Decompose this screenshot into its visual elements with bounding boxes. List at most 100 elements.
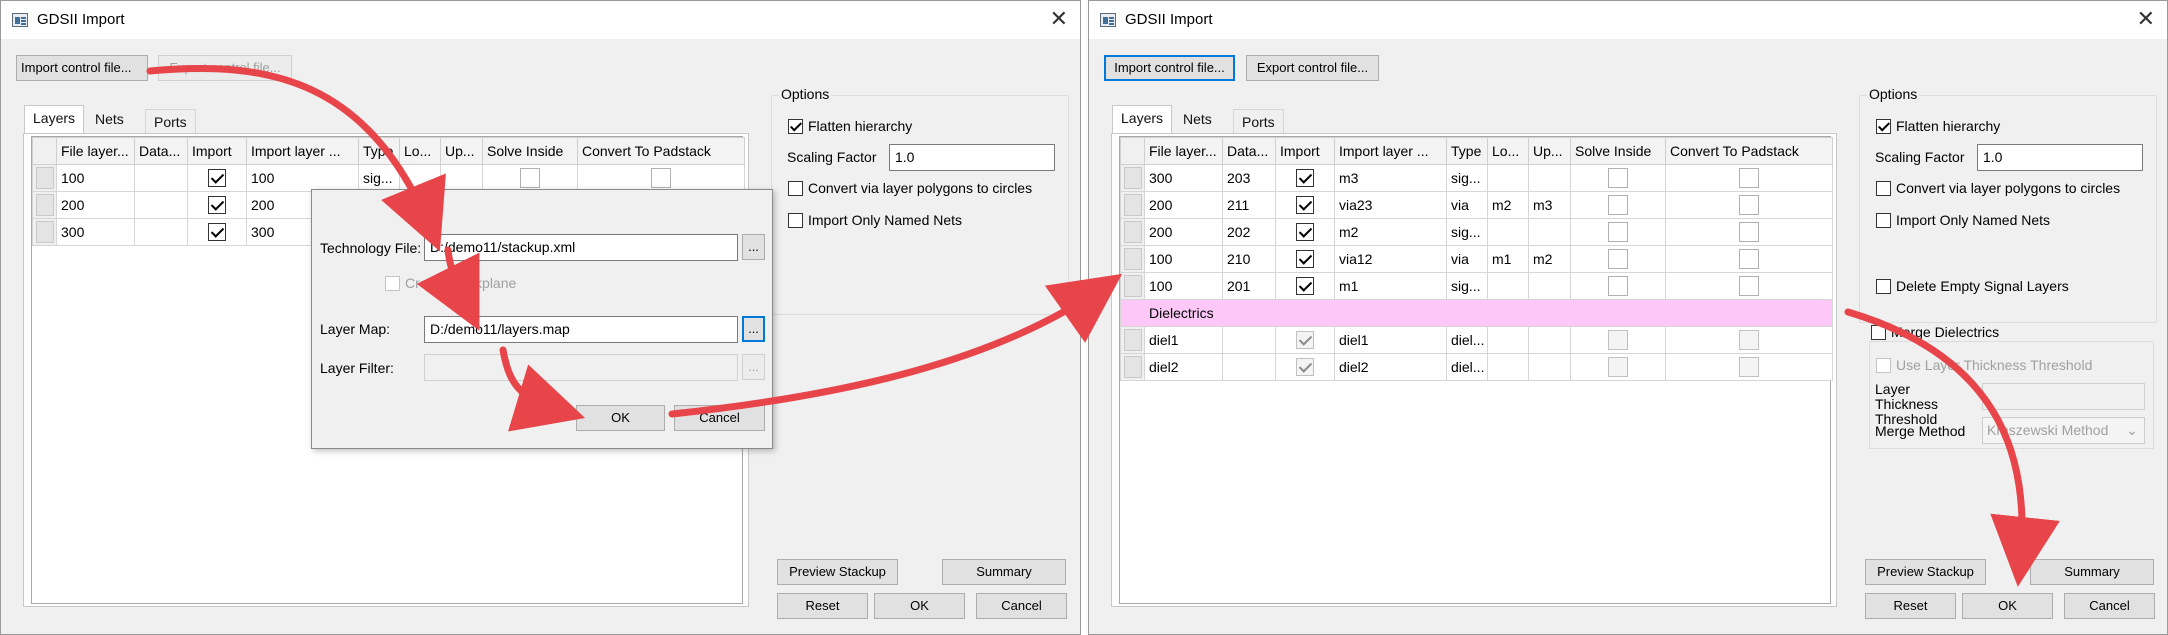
checkbox-icon[interactable] [1739, 330, 1759, 350]
cell-up[interactable] [1528, 218, 1571, 246]
layer-filter-browse-button[interactable]: ... [742, 354, 765, 380]
checkbox-icon[interactable] [1608, 222, 1628, 242]
checkbox-icon[interactable] [1876, 180, 1891, 196]
cell-solve-inside[interactable] [1570, 191, 1666, 219]
checkbox-icon[interactable] [1876, 357, 1891, 373]
export-control-file-button[interactable]: Export control file... [158, 55, 292, 81]
cell-data[interactable]: 210 [1222, 245, 1276, 273]
scaling-factor-input[interactable]: 1.0 [889, 144, 1055, 171]
reset-button[interactable]: Reset [777, 593, 868, 619]
checkbox-icon[interactable] [1871, 324, 1886, 340]
cell-lo[interactable] [1487, 218, 1529, 246]
checkbox-icon[interactable] [385, 275, 400, 291]
checkbox-icon[interactable] [208, 196, 226, 215]
cell-data[interactable] [134, 164, 188, 192]
cell-import-layer[interactable]: diel2 [1334, 353, 1447, 381]
column-header[interactable]: Type [358, 137, 400, 165]
checkbox-icon[interactable] [1608, 357, 1628, 377]
column-header[interactable]: Up... [1528, 137, 1571, 165]
tab-nets[interactable]: Nets [87, 107, 132, 134]
cell-type[interactable]: sig... [358, 164, 400, 192]
cell-type[interactable]: sig... [1446, 272, 1488, 300]
checkbox-icon[interactable] [520, 168, 540, 188]
row-header[interactable] [1120, 191, 1145, 219]
cell-up[interactable] [440, 164, 483, 192]
table-row[interactable]: diel2 diel2 diel... [1120, 353, 1833, 381]
cell-data[interactable] [134, 191, 188, 219]
cell-lo[interactable] [1487, 326, 1529, 354]
cell-data[interactable]: 202 [1222, 218, 1276, 246]
cell-import[interactable] [1275, 218, 1335, 246]
checkbox-icon[interactable] [1739, 222, 1759, 242]
flatten-hierarchy-checkbox[interactable]: Flatten hierarchy [1876, 118, 2000, 134]
cell-file-layer[interactable]: 100 [1144, 245, 1223, 273]
cell-solve-inside[interactable] [482, 164, 578, 192]
checkbox-icon[interactable] [208, 223, 226, 242]
cell-solve-inside[interactable] [1570, 326, 1666, 354]
create-backplane-checkbox[interactable]: Create Backplane [385, 275, 516, 291]
column-header[interactable]: Data... [134, 137, 188, 165]
table-row[interactable]: 100 201 m1 sig... [1120, 272, 1833, 300]
cell-up[interactable] [1528, 326, 1571, 354]
use-layer-thickness-threshold-checkbox[interactable]: Use Layer Thickness Threshold [1876, 357, 2092, 373]
row-header[interactable] [1120, 272, 1145, 300]
merge-method-select[interactable]: Kraszewski Method ⌄ [1982, 417, 2145, 444]
cell-import[interactable] [1275, 191, 1335, 219]
cell-lo[interactable] [1487, 272, 1529, 300]
column-header[interactable]: Data... [1222, 137, 1276, 165]
cell-import[interactable] [1275, 353, 1335, 381]
cell-file-layer[interactable]: 200 [56, 191, 135, 219]
checkbox-icon[interactable] [1296, 250, 1314, 269]
cell-up[interactable]: m3 [1528, 191, 1571, 219]
checkbox-icon[interactable] [1608, 168, 1628, 188]
layer-map-browse-button[interactable]: ... [742, 316, 765, 342]
table-row[interactable]: 100 100 sig... [32, 164, 745, 192]
cell-type[interactable]: via [1446, 245, 1488, 273]
cell-data[interactable]: 203 [1222, 164, 1276, 192]
checkbox-icon[interactable] [1608, 330, 1628, 350]
row-header[interactable] [32, 164, 57, 192]
cell-convert-padstack[interactable] [1665, 218, 1833, 246]
export-control-file-button[interactable]: Export control file... [1246, 55, 1379, 81]
tab-ports[interactable]: Ports [145, 109, 196, 133]
cell-solve-inside[interactable] [1570, 164, 1666, 192]
summary-button[interactable]: Summary [2030, 559, 2154, 585]
cell-lo[interactable]: m2 [1487, 191, 1529, 219]
checkbox-icon[interactable] [1876, 278, 1891, 294]
cell-convert-padstack[interactable] [1665, 353, 1833, 381]
column-header[interactable]: Up... [440, 137, 483, 165]
cell-file-layer[interactable]: diel2 [1144, 353, 1223, 381]
cell-convert-padstack[interactable] [1665, 272, 1833, 300]
ok-button[interactable]: OK [874, 593, 965, 619]
cell-type[interactable]: via [1446, 191, 1488, 219]
checkbox-icon[interactable] [1876, 212, 1891, 228]
layer-map-input[interactable]: D:/demo11/layers.map [424, 316, 738, 343]
cell-import-layer[interactable]: via12 [1334, 245, 1447, 273]
column-header[interactable]: Type [1446, 137, 1488, 165]
cell-type[interactable]: diel... [1446, 353, 1488, 381]
dialog-cancel-button[interactable]: Cancel [674, 405, 765, 431]
column-header[interactable]: Convert To Padstack [577, 137, 745, 165]
cell-import[interactable] [1275, 326, 1335, 354]
cell-lo[interactable] [1487, 164, 1529, 192]
checkbox-icon[interactable] [788, 180, 803, 196]
cell-data[interactable]: 201 [1222, 272, 1276, 300]
cell-file-layer[interactable]: 300 [56, 218, 135, 246]
cell-solve-inside[interactable] [1570, 218, 1666, 246]
cell-import-layer[interactable]: m3 [1334, 164, 1447, 192]
checkbox-icon[interactable] [1739, 168, 1759, 188]
cell-type[interactable]: sig... [1446, 164, 1488, 192]
cell-lo[interactable] [1487, 353, 1529, 381]
tab-layers[interactable]: Layers [24, 105, 85, 134]
tab-ports[interactable]: Ports [1233, 109, 1284, 133]
cell-import[interactable] [187, 191, 247, 219]
cell-file-layer[interactable]: 200 [1144, 218, 1223, 246]
checkbox-icon[interactable] [1739, 249, 1759, 269]
cell-import-layer[interactable]: via23 [1334, 191, 1447, 219]
cell-import-layer[interactable]: 100 [246, 164, 359, 192]
cell-file-layer[interactable]: 100 [1144, 272, 1223, 300]
checkbox-icon[interactable] [1296, 331, 1314, 350]
delete-empty-signal-layers-checkbox[interactable]: Delete Empty Signal Layers [1876, 278, 2069, 294]
row-header[interactable] [1120, 326, 1145, 354]
cell-file-layer[interactable]: diel1 [1144, 326, 1223, 354]
